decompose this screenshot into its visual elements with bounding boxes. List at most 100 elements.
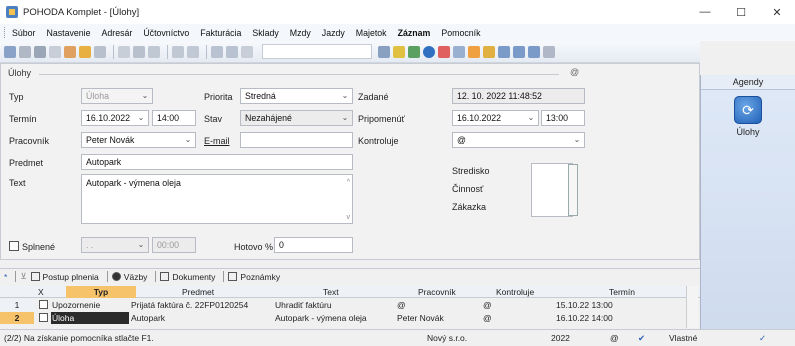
detail-tabs: * ⊻ Postup plnenia Väzby Dokumenty Pozná… (0, 268, 700, 284)
table-row[interactable]: 1 Upozornenie Prijatá faktúra č. 22FP012… (0, 299, 700, 311)
globe-icon[interactable] (423, 45, 435, 58)
menu-zaznam[interactable]: Záznam (398, 28, 431, 38)
termin-date-field[interactable]: 16.10.2022 ⌄ (81, 110, 149, 126)
help-icon[interactable] (543, 45, 555, 58)
col-pracovnik[interactable]: Pracovník (418, 286, 456, 298)
status-year: 2022 (551, 333, 570, 343)
col-text[interactable]: Text (323, 286, 339, 298)
stav-select[interactable]: Nezahájené ⌄ (240, 110, 353, 126)
toolbar-separator (206, 44, 207, 59)
toolbar-separator (167, 44, 168, 59)
splnene-time-field: 00:00 (152, 237, 196, 253)
menu-subor[interactable]: Súbor (12, 28, 35, 38)
tab-postup-plnenia[interactable]: Postup plnenia (30, 272, 99, 282)
info-icon (111, 272, 121, 281)
filter-icon[interactable] (378, 45, 390, 58)
copy-icon[interactable] (64, 45, 76, 58)
menu-jazdy[interactable]: Jazdy (322, 28, 345, 38)
menu-fakturacia[interactable]: Fakturácia (200, 28, 241, 38)
window-icon[interactable] (498, 45, 510, 58)
stredisko-spinner[interactable] (568, 164, 578, 216)
col-predmet[interactable]: Predmet (182, 286, 214, 298)
col-x[interactable]: X (38, 286, 44, 298)
splnene-checkbox[interactable] (9, 241, 19, 251)
toolbar-separator (113, 44, 114, 59)
table-row[interactable]: 2 Úloha Autopark Autopark - výmena oleja… (0, 312, 700, 324)
back-icon[interactable] (172, 45, 184, 58)
row-checkbox[interactable] (39, 313, 48, 322)
delete-icon[interactable] (438, 45, 450, 58)
menu-mzdy[interactable]: Mzdy (290, 28, 311, 38)
menu-pomocnik[interactable]: Pomocník (441, 28, 480, 38)
clipboard-icon[interactable] (241, 45, 253, 58)
scroll-down-icon[interactable]: v (347, 214, 351, 221)
email-field[interactable] (240, 132, 353, 148)
barcode-icon[interactable] (483, 45, 495, 58)
list-icon[interactable] (148, 45, 160, 58)
menu-nastavenie[interactable]: Nastavenie (46, 28, 90, 38)
email-link[interactable]: E-mail (204, 136, 230, 146)
pripomenut-date-field[interactable]: 16.10.2022 ⌄ (452, 110, 539, 126)
document-icon[interactable] (118, 45, 130, 58)
ulohy-icon[interactable]: ⟳ (734, 96, 762, 124)
menu-bar: Súbor Nastavenie Adresár Účtovníctvo Fak… (0, 24, 795, 41)
menu-uctovnictvo[interactable]: Účtovníctvo (143, 28, 189, 38)
tab-separator (223, 271, 225, 282)
stredisko-list[interactable] (531, 163, 573, 217)
grid-scrollbar[interactable] (686, 286, 698, 328)
forward-icon[interactable] (187, 45, 199, 58)
minimize-button[interactable]: — (687, 0, 723, 24)
col-typ[interactable]: Typ (66, 286, 136, 298)
search-icon[interactable] (19, 45, 31, 58)
tab-vazby[interactable]: Väzby (111, 272, 147, 282)
menu-sklady[interactable]: Sklady (252, 28, 278, 38)
save-icon[interactable] (408, 45, 420, 58)
brush-icon[interactable] (133, 45, 145, 58)
tab-separator (15, 271, 17, 282)
menu-majetok[interactable]: Majetok (356, 28, 387, 38)
text-area[interactable]: Autopark - výmena oleja ^ v (81, 174, 353, 224)
print-icon[interactable] (34, 45, 46, 58)
image-icon[interactable] (94, 45, 106, 58)
new-record-icon[interactable] (4, 45, 16, 58)
row-checkbox[interactable] (39, 300, 48, 309)
grid-icon[interactable] (211, 45, 223, 58)
hotovo-field[interactable]: 0 (274, 237, 353, 253)
folder-icon (160, 272, 170, 281)
scroll-up-icon[interactable]: ^ (347, 179, 350, 186)
calendar-icon[interactable] (453, 45, 465, 58)
window2-icon[interactable] (513, 45, 525, 58)
tab-separator (106, 271, 108, 282)
tab-poznamky[interactable]: Poznámky (228, 272, 280, 282)
maximize-button[interactable]: ☐ (723, 0, 759, 24)
splnene-label: Splnené (22, 242, 56, 252)
folder-icon[interactable] (393, 45, 405, 58)
pripomenut-time-field[interactable]: 13:00 (541, 110, 585, 126)
cell-pracovnik: @ (397, 300, 406, 310)
typ-select[interactable]: Úloha ⌄ (81, 88, 153, 104)
status-at-icon: @ (610, 333, 619, 343)
sidebar-item-ulohy[interactable]: Úlohy (701, 127, 795, 137)
table-icon[interactable] (226, 45, 238, 58)
col-kontroluje[interactable]: Kontroluje (496, 286, 534, 298)
preview-icon[interactable] (49, 45, 61, 58)
kontroluje-select[interactable]: @ ⌄ (452, 132, 585, 148)
filter-icon[interactable]: ⊻ (20, 271, 26, 282)
pracovnik-select[interactable]: Peter Novák ⌄ (81, 132, 196, 148)
termin-time-field[interactable]: 14:00 (152, 110, 196, 126)
tab-dokumenty[interactable]: Dokumenty (160, 272, 215, 282)
cell-predmet: Prijatá faktúra č. 22FP0120254 (131, 300, 249, 310)
col-termin[interactable]: Termín (609, 286, 635, 298)
chevron-down-icon: ⌄ (184, 135, 192, 144)
window3-icon[interactable] (528, 45, 540, 58)
menu-adresar[interactable]: Adresár (102, 28, 133, 38)
priorita-select[interactable]: Stredná ⌄ (240, 88, 353, 104)
paste-icon[interactable] (79, 45, 91, 58)
zadane-label: Zadané (358, 92, 389, 102)
row-number: 1 (0, 299, 34, 311)
users-icon[interactable] (468, 45, 480, 58)
asterisk-icon[interactable]: * (4, 272, 7, 282)
predmet-field[interactable]: Autopark (81, 154, 353, 170)
close-button[interactable]: ✕ (759, 0, 795, 24)
toolbar-field[interactable] (262, 44, 372, 59)
